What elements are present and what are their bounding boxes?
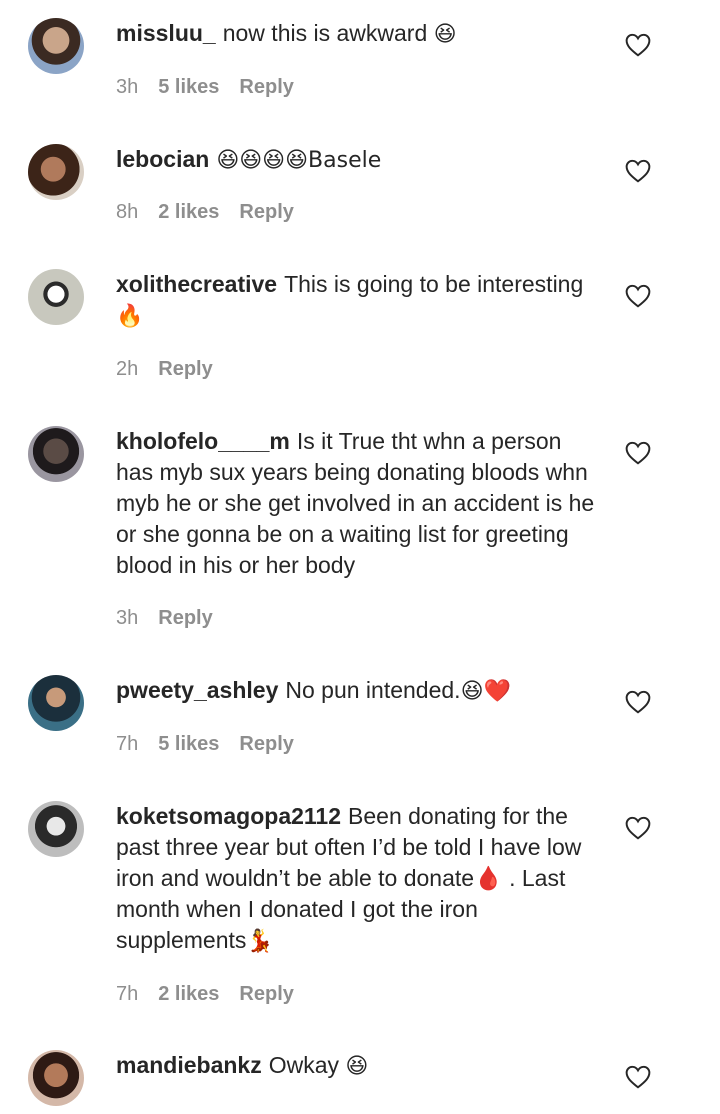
avatar[interactable] [28, 675, 84, 731]
username[interactable]: missluu_ [116, 20, 216, 46]
avatar[interactable] [28, 801, 84, 857]
avatar[interactable] [28, 18, 84, 74]
comment-text-block: pweety_ashley No pun intended.😆❤️ [116, 675, 596, 707]
comment-emoji: 🔥 [116, 304, 144, 329]
likes-count[interactable]: 5 likes [158, 733, 219, 755]
comment-emoji: 😆 [345, 1054, 369, 1079]
comment-text-block: mandiebankz Owkay 😆 [116, 1050, 596, 1082]
heart-outline-icon[interactable] [625, 441, 651, 465]
reply-button[interactable]: Reply [158, 607, 212, 629]
heart-outline-icon[interactable] [625, 1065, 651, 1089]
comment-meta: 7h 5 likes Reply [116, 733, 294, 756]
comment-text: 😆😆😆😆Basele [216, 148, 382, 173]
comment-text-block: lebocian 😆😆😆😆Basele [116, 144, 596, 176]
timestamp: 7h [116, 733, 139, 755]
comment-emoji: 😆 [433, 22, 457, 47]
comment-text-block: koketsomagopa2112 Been donating for the p… [116, 801, 596, 957]
comment-meta: 2h Reply [116, 358, 213, 381]
timestamp: 8h [116, 201, 139, 223]
avatar[interactable] [28, 269, 84, 325]
username[interactable]: pweety_ashley [116, 677, 278, 703]
comment-text: This is going to be interesting [284, 271, 584, 297]
username[interactable]: xolithecreative [116, 271, 277, 297]
avatar[interactable] [28, 144, 84, 200]
likes-count[interactable]: 2 likes [158, 201, 219, 223]
likes-count[interactable]: 5 likes [158, 76, 219, 98]
comment-text-block: kholofelo____m Is it True tht whn a perso… [116, 426, 596, 581]
reply-button[interactable]: Reply [239, 733, 293, 755]
timestamp: 3h [116, 607, 139, 629]
comment-text: No pun intended. [285, 677, 461, 703]
username[interactable]: koketsomagopa2112 [116, 803, 341, 829]
heart-outline-icon[interactable] [625, 816, 651, 840]
reply-button[interactable]: Reply [239, 201, 293, 223]
heart-outline-icon[interactable] [625, 159, 651, 183]
heart-outline-icon[interactable] [625, 284, 651, 308]
comment-text-block: missluu_ now this is awkward 😆 [116, 18, 596, 50]
comment-meta: 3h 5 likes Reply [116, 76, 294, 99]
comment-text: now this is awkward [222, 20, 428, 46]
comment-emoji: 💃 [246, 929, 274, 954]
username[interactable]: mandiebankz [116, 1052, 262, 1078]
timestamp: 3h [116, 76, 139, 98]
comment-text: Owkay [268, 1052, 340, 1078]
reply-button[interactable]: Reply [239, 983, 293, 1005]
username[interactable]: kholofelo____m [116, 428, 290, 454]
timestamp: 2h [116, 358, 139, 380]
comment-meta: 3h Reply [116, 607, 213, 630]
reply-button[interactable]: Reply [158, 358, 212, 380]
reply-button[interactable]: Reply [239, 76, 293, 98]
avatar[interactable] [28, 1050, 84, 1106]
comment-meta: 8h 2 likes Reply [116, 201, 294, 224]
comment-emoji: 😆❤️ [460, 679, 511, 704]
likes-count[interactable]: 2 likes [158, 983, 219, 1005]
avatar[interactable] [28, 426, 84, 482]
username[interactable]: lebocian [116, 146, 209, 172]
comment-text-block: xolithecreative This is going to be inter… [116, 269, 596, 332]
heart-outline-icon[interactable] [625, 33, 651, 57]
timestamp: 7h [116, 983, 139, 1005]
heart-outline-icon[interactable] [625, 690, 651, 714]
comment-meta: 7h 2 likes Reply [116, 983, 294, 1006]
